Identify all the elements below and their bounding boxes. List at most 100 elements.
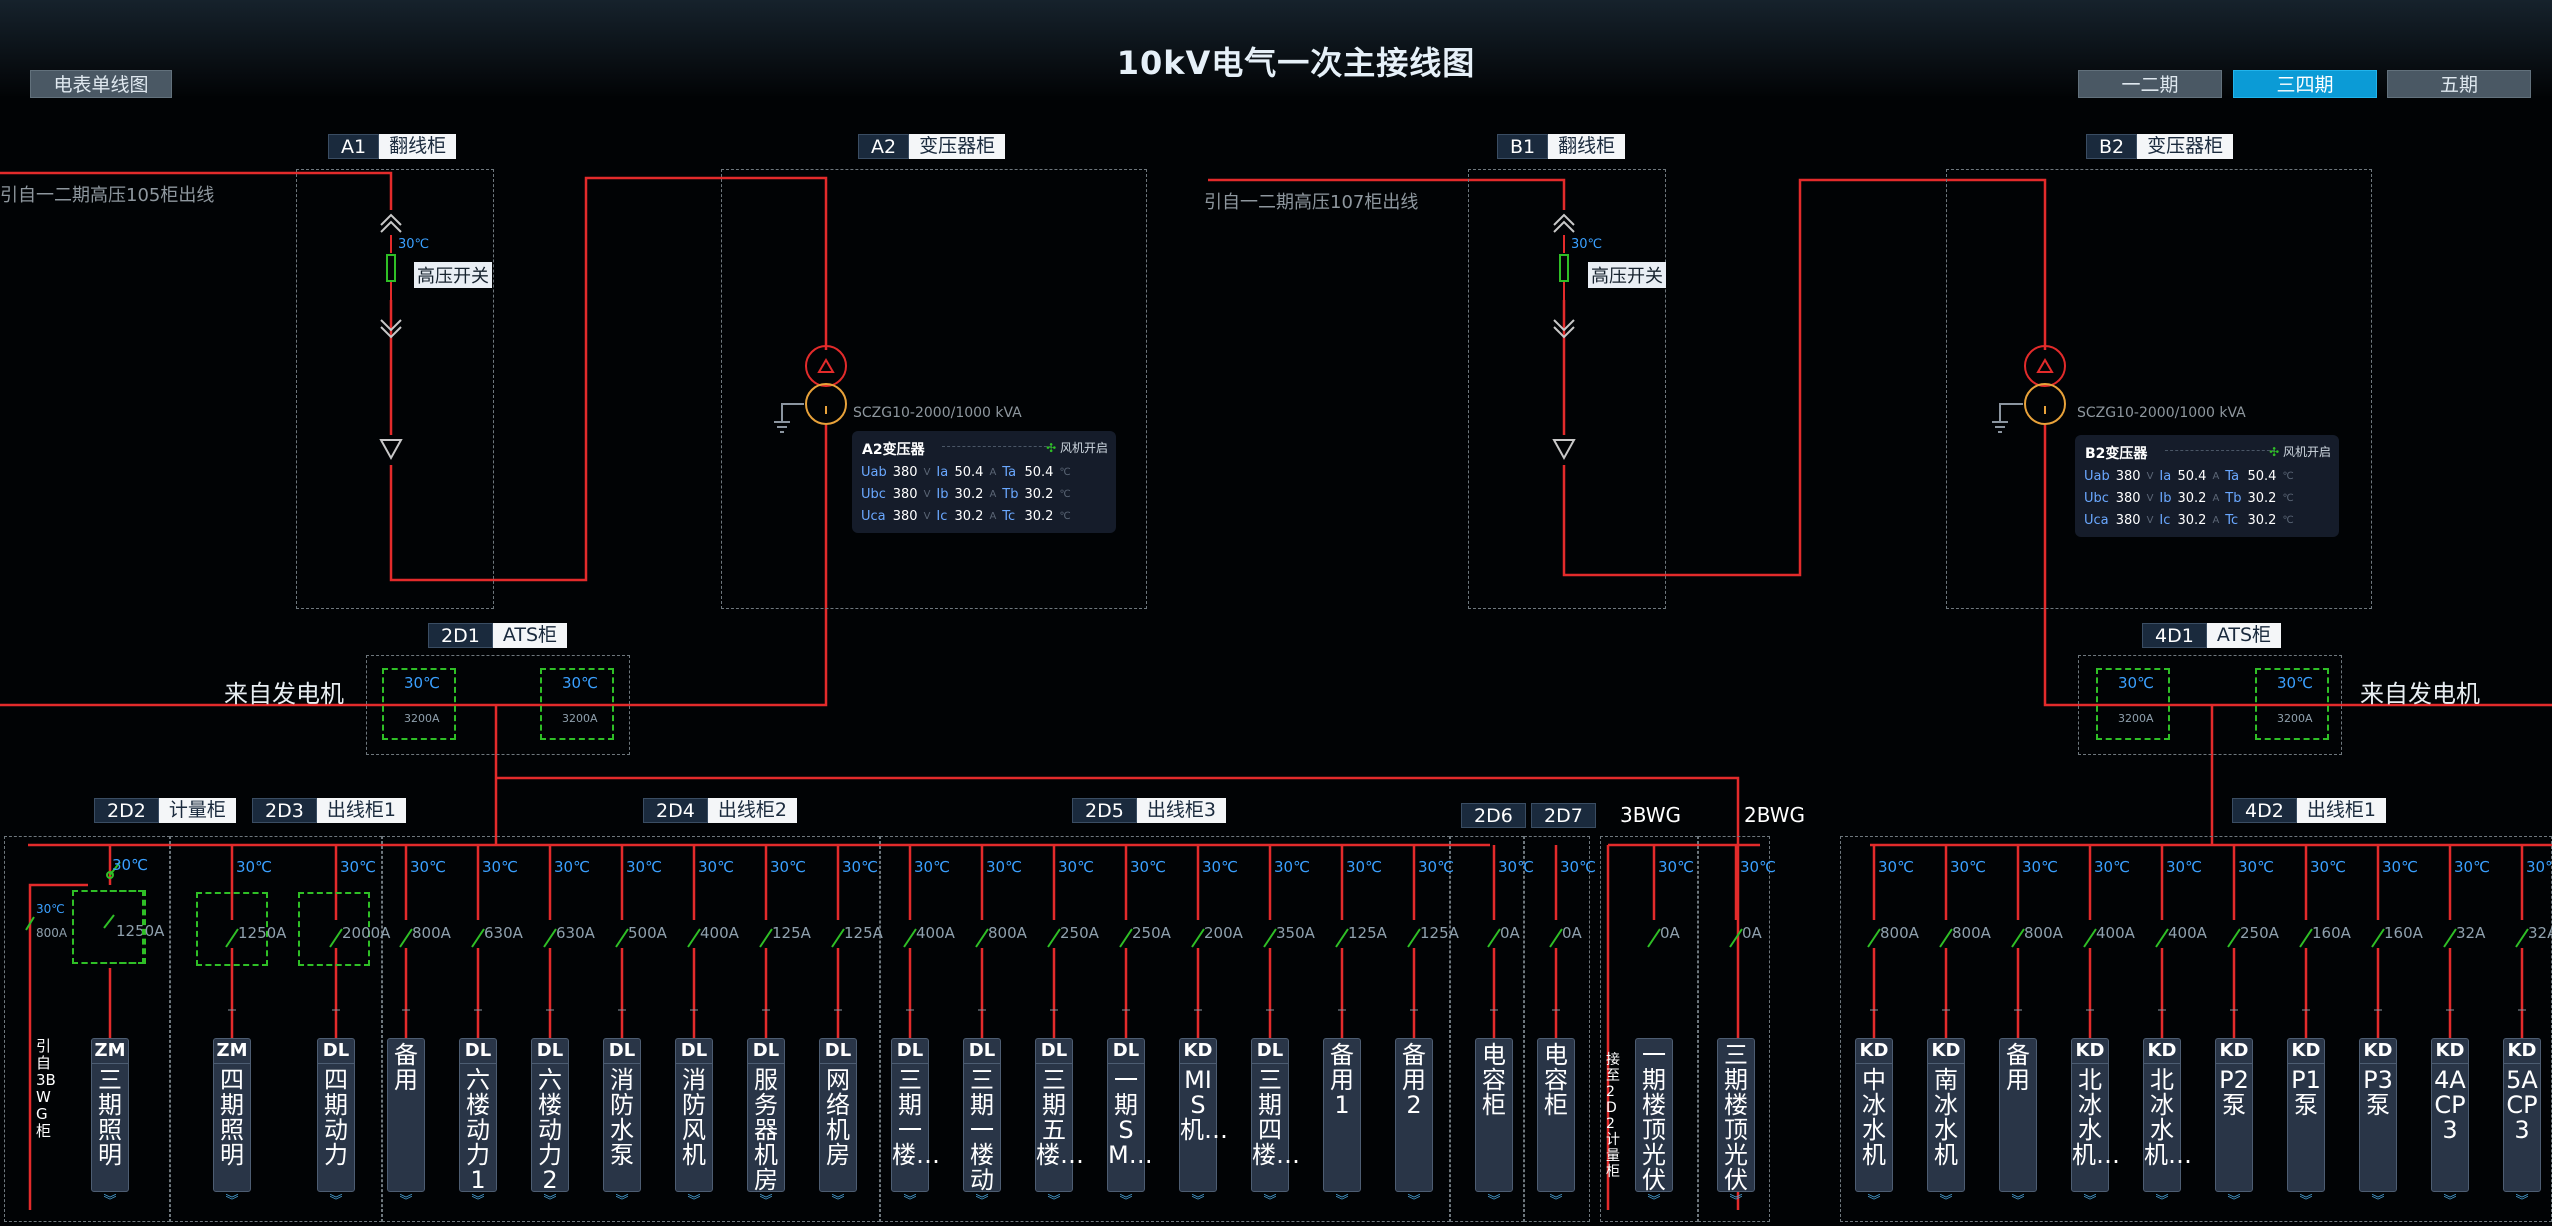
expand-chevron-icon[interactable]: ︾: [1928, 1190, 1964, 1209]
expand-chevron-icon[interactable]: ︾: [92, 1190, 128, 1209]
feeder-temp: 30℃: [626, 858, 662, 876]
expand-chevron-icon[interactable]: ︾: [388, 1190, 424, 1209]
feeder-card[interactable]: 备用 ︾: [387, 1038, 425, 1209]
expand-chevron-icon[interactable]: ︾: [676, 1190, 712, 1209]
feeder-card[interactable]: DL 消防风机 ︾: [675, 1038, 713, 1209]
feeder-card[interactable]: DL 三期一楼动 ︾: [963, 1038, 1001, 1209]
feeder-card[interactable]: KD 南冰水机 ︾: [1927, 1038, 1965, 1209]
feeder-rating: 350A: [1276, 924, 1315, 942]
transformer-b2-panel[interactable]: B2变压器 ✣ 风机开启 Uab 380 V Ia 50.4 A Ta 50.4 ℃ Ubc 380…: [2075, 435, 2339, 537]
expand-chevron-icon[interactable]: ︾: [1180, 1190, 1216, 1209]
reading-row: Ubc 380 V Ib 30.2 A Tb 30.2 ℃: [858, 483, 1074, 505]
feeder-card[interactable]: KD P2泵 ︾: [2215, 1038, 2253, 1209]
feeder-card[interactable]: KD 4ACP3 ︾: [2431, 1038, 2469, 1209]
feeder-type: DL: [1036, 1039, 1072, 1064]
feeder-card[interactable]: KD 中冰水机 ︾: [1855, 1038, 1893, 1209]
feeder-card[interactable]: DL 服务器机房 ︾: [747, 1038, 785, 1209]
expand-chevron-icon[interactable]: ︾: [532, 1190, 568, 1209]
feeder-card[interactable]: 电容柜 ︾: [1537, 1038, 1575, 1209]
cabinet-tag-a2[interactable]: A2 变压器柜: [858, 134, 1006, 159]
feeder-name: 三期楼顶光伏: [1724, 1041, 1748, 1194]
reading-value: 50.4: [954, 464, 984, 480]
cabinet-tag-2d7[interactable]: 2D7: [1531, 803, 1596, 828]
feeder-rating: 800A: [1880, 924, 1919, 942]
feeder-card[interactable]: DL 消防水泵 ︾: [603, 1038, 641, 1209]
feeder-card[interactable]: DL 网络机房 ︾: [819, 1038, 857, 1209]
cabinet-tag-b2[interactable]: B2 变压器柜: [2086, 134, 2234, 159]
transformer-a2-model: SCZG10-2000/1000 kVA: [853, 405, 1022, 421]
expand-chevron-icon[interactable]: ︾: [1856, 1190, 1892, 1209]
cabinet-tag-2d6[interactable]: 2D6: [1461, 803, 1526, 828]
feeder-name: 备用1: [1330, 1041, 1354, 1119]
feeder-card[interactable]: DL 四期动力 ︾: [317, 1038, 355, 1209]
feeder-card[interactable]: 备用1 ︾: [1323, 1038, 1361, 1209]
feeder-card[interactable]: DL 六楼动力1 ︾: [459, 1038, 497, 1209]
expand-chevron-icon[interactable]: ︾: [2288, 1190, 2324, 1209]
cabinet-tag-4d2[interactable]: 4D2 出线柜1: [2232, 798, 2386, 823]
feeder-card[interactable]: KD P3泵 ︾: [2359, 1038, 2397, 1209]
feeder-card[interactable]: 电容柜 ︾: [1475, 1038, 1513, 1209]
expand-chevron-icon[interactable]: ︾: [892, 1190, 928, 1209]
feeder-card[interactable]: 备用2 ︾: [1395, 1038, 1433, 1209]
expand-chevron-icon[interactable]: ︾: [1396, 1190, 1432, 1209]
expand-chevron-icon[interactable]: ︾: [748, 1190, 784, 1209]
expand-chevron-icon[interactable]: ︾: [1538, 1190, 1574, 1209]
expand-chevron-icon[interactable]: ︾: [214, 1190, 250, 1209]
feeder-card[interactable]: KD MIS机… ︾: [1179, 1038, 1228, 1209]
cabinet-tag-a1[interactable]: A1 翻线柜: [328, 134, 457, 159]
feeder-card[interactable]: 一期楼顶光伏 ︾: [1635, 1038, 1673, 1209]
expand-chevron-icon[interactable]: ︾: [1108, 1190, 1144, 1209]
reading-unit: ℃: [1059, 510, 1071, 522]
cabinet-tag-2d4[interactable]: 2D4 出线柜2: [643, 798, 797, 823]
expand-chevron-icon[interactable]: ︾: [2504, 1190, 2540, 1209]
feeder-name: 服务器机房: [754, 1066, 778, 1194]
feeder-card[interactable]: KD P1泵 ︾: [2287, 1038, 2325, 1209]
feeder-card[interactable]: 三期楼顶光伏 ︾: [1717, 1038, 1755, 1209]
feeder-card[interactable]: DL 三期四楼… ︾: [1251, 1038, 1300, 1209]
expand-chevron-icon[interactable]: ︾: [1476, 1190, 1512, 1209]
cabinet-tag-2bwg[interactable]: 2BWG: [1744, 803, 1805, 827]
expand-chevron-icon[interactable]: ︾: [964, 1190, 1000, 1209]
reading-unit: V: [923, 510, 931, 522]
cabinet-tag-4d1[interactable]: 4D1 ATS柜: [2142, 623, 2282, 648]
hv-switch-a1-label[interactable]: 高压开关: [414, 262, 492, 288]
feeder-rating: 0A: [1500, 924, 1520, 942]
expand-chevron-icon[interactable]: ︾: [1636, 1190, 1672, 1209]
expand-chevron-icon[interactable]: ︾: [604, 1190, 640, 1209]
cabinet-tag-2d2[interactable]: 2D2 计量柜: [94, 798, 236, 823]
reading-key: Ia: [936, 464, 949, 480]
expand-chevron-icon[interactable]: ︾: [318, 1190, 354, 1209]
feeder-card[interactable]: KD 北冰水机… ︾: [2143, 1038, 2192, 1209]
feeder-card[interactable]: ZM 四期照明 ︾: [213, 1038, 251, 1209]
expand-chevron-icon[interactable]: ︾: [820, 1190, 856, 1209]
feeder-card[interactable]: DL 六楼动力2 ︾: [531, 1038, 569, 1209]
expand-chevron-icon[interactable]: ︾: [1324, 1190, 1360, 1209]
feeder-card[interactable]: 备用 ︾: [1999, 1038, 2037, 1209]
expand-chevron-icon[interactable]: ︾: [1036, 1190, 1072, 1209]
cabinet-tag-2d3[interactable]: 2D3 出线柜1: [252, 798, 406, 823]
cabinet-tag-2d1[interactable]: 2D1 ATS柜: [428, 623, 568, 648]
expand-chevron-icon[interactable]: ︾: [2216, 1190, 2252, 1209]
breaker-box[interactable]: [72, 890, 144, 964]
expand-chevron-icon[interactable]: ︾: [2432, 1190, 2468, 1209]
expand-chevron-icon[interactable]: ︾: [1718, 1190, 1754, 1209]
feeder-card[interactable]: DL 三期五楼… ︾: [1035, 1038, 1084, 1209]
feeder-card[interactable]: KD 北冰水机… ︾: [2071, 1038, 2120, 1209]
expand-chevron-icon[interactable]: ︾: [2000, 1190, 2036, 1209]
feeder-card[interactable]: KD 5ACP3 ︾: [2503, 1038, 2541, 1209]
expand-chevron-icon[interactable]: ︾: [1252, 1190, 1288, 1209]
expand-chevron-icon[interactable]: ︾: [460, 1190, 496, 1209]
expand-chevron-icon[interactable]: ︾: [2144, 1190, 2180, 1209]
transformer-a2-panel[interactable]: A2变压器 ✣ 风机开启 Uab 380 V Ia 50.4 A Ta 50.4 ℃ Ubc 380…: [852, 431, 1116, 533]
feeder-card[interactable]: DL 一期SM… ︾: [1107, 1038, 1153, 1209]
expand-chevron-icon[interactable]: ︾: [2072, 1190, 2108, 1209]
feeder-card[interactable]: DL 三期一楼… ︾: [891, 1038, 940, 1209]
cabinet-tag-3bwg[interactable]: 3BWG: [1620, 803, 1681, 827]
hv-switch-b1-label[interactable]: 高压开关: [1588, 262, 1666, 288]
cabinet-tag-b1[interactable]: B1 翻线柜: [1497, 134, 1626, 159]
reading-value: 380: [892, 486, 918, 502]
feeder-type: DL: [748, 1039, 784, 1064]
feeder-card[interactable]: ZM 三期照明 ︾: [91, 1038, 129, 1209]
cabinet-tag-2d5[interactable]: 2D5 出线柜3: [1072, 798, 1226, 823]
expand-chevron-icon[interactable]: ︾: [2360, 1190, 2396, 1209]
